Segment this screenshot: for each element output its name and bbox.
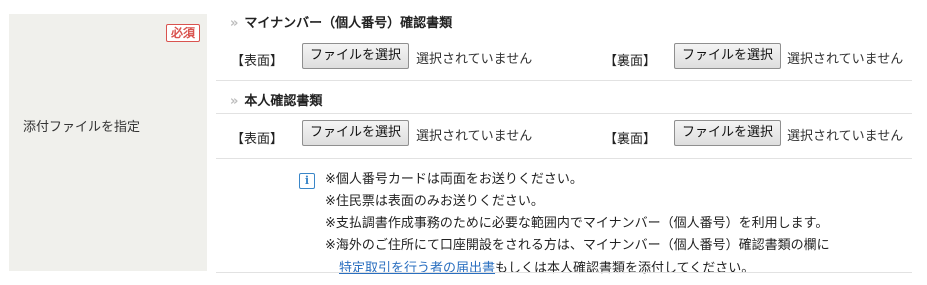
back-label: 【裏面】 (604, 132, 657, 147)
field-label: 添付ファイルを指定 (23, 120, 141, 135)
required-badge: 必須 (165, 24, 200, 42)
note-line: ※海外のご住所にて口座開設をされる方は、マイナンバー（個人番号）確認書類の欄に (325, 238, 830, 253)
section-title-identity: » 本人確認書類 (230, 94, 323, 109)
note-line-last: 特定取引を行う者の届出書もしくは本人確認書類を添付してください。 (339, 261, 755, 276)
divider (216, 80, 912, 81)
section-title-mynumber: » マイナンバー（個人番号）確認書類 (230, 16, 453, 31)
note-line: ※個人番号カードは両面をお送りください。 (325, 172, 583, 187)
identity-front-file-status: 選択されていません (416, 129, 533, 144)
field-label-cell: 必須 添付ファイルを指定 (9, 14, 207, 271)
mynumber-front-file-status: 選択されていません (416, 52, 533, 67)
mynumber-back-file-button[interactable]: ファイルを選択 (674, 43, 782, 69)
identity-front-file-button[interactable]: ファイルを選択 (302, 120, 410, 146)
mynumber-back-file-status: 選択されていません (787, 52, 904, 67)
front-label: 【表面】 (231, 54, 284, 69)
info-icon: i (299, 173, 315, 189)
divider (216, 272, 912, 273)
back-label: 【裏面】 (604, 54, 657, 69)
mynumber-front-file-button[interactable]: ファイルを選択 (302, 43, 410, 69)
divider (216, 113, 912, 114)
chevron-double-right-icon: » (230, 16, 239, 31)
identity-back-file-button[interactable]: ファイルを選択 (674, 120, 782, 146)
note-line: ※住民票は表面のみお送りください。 (325, 194, 544, 209)
notification-form-link[interactable]: 特定取引を行う者の届出書 (339, 261, 495, 276)
attachment-form-row: 必須 添付ファイルを指定 » マイナンバー（個人番号）確認書類 【表面】 ファイル… (0, 0, 927, 285)
chevron-double-right-icon: » (230, 94, 239, 109)
divider (216, 158, 912, 159)
front-label: 【表面】 (231, 132, 284, 147)
identity-back-file-status: 選択されていません (787, 129, 904, 144)
note-line: ※支払調書作成事務のために必要な範囲内でマイナンバー（個人番号）を利用します。 (325, 216, 829, 231)
